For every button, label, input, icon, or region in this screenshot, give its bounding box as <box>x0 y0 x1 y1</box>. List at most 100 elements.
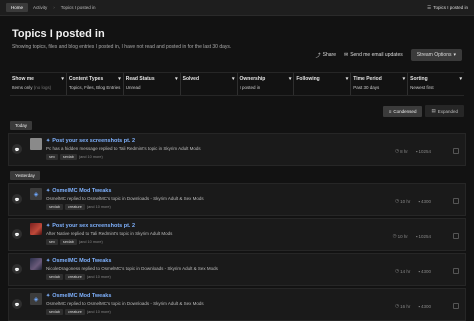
unread-star-icon: ✦ <box>46 138 51 144</box>
avatar[interactable]: ◈ <box>30 188 42 200</box>
share-label: Share <box>322 52 336 58</box>
item-title-link[interactable]: ✦ Post your sex screenshots pt. 2 <box>46 223 465 229</box>
filter-label: Content Types ▾ <box>69 76 121 82</box>
avatar[interactable] <box>30 223 42 235</box>
item-count-text: 10254 <box>418 148 431 154</box>
tag[interactable]: sexlab <box>59 239 77 245</box>
select-checkbox[interactable] <box>453 268 459 274</box>
tag[interactable]: creature <box>64 274 85 280</box>
avatar[interactable]: ◈ <box>30 293 42 305</box>
email-updates-button[interactable]: ✉ Send me email updates <box>344 52 403 58</box>
more-tags[interactable]: (and 10 more) <box>79 155 103 159</box>
stream-item[interactable]: 💬 ✦ Post your sex screenshots pt. 2 Pc has … <box>8 133 466 166</box>
filter-value: Topics, Files, Blog Entries <box>69 85 121 90</box>
list-icon: ☰ <box>427 4 432 10</box>
tag[interactable]: sexlab <box>46 204 63 210</box>
filter-label: Read Status ▾ <box>126 76 178 82</box>
tag[interactable]: sex <box>46 239 58 245</box>
item-count-text: 4300 <box>420 268 431 274</box>
expanded-label: Expanded <box>437 108 458 114</box>
more-tags[interactable]: (and 10 more) <box>87 310 111 314</box>
filter-value: Unread <box>126 85 178 90</box>
filter-following[interactable]: Following ▾ <box>294 73 352 95</box>
item-count-text: 4300 <box>420 303 431 309</box>
stream-group: Today 💬 ✦ Post your sex screenshots pt. 2 Pc… <box>8 118 466 166</box>
filter-value-text: Past 30 days <box>353 85 380 90</box>
comment-icon[interactable]: 💬 <box>12 264 22 274</box>
filter-value-note: (no logs) <box>33 85 52 90</box>
item-reply-count: ▪ 10254 <box>416 148 431 154</box>
item-reply-count: ▪ 10254 <box>416 233 431 239</box>
filter-label-text: Ownership <box>239 76 266 82</box>
item-title: Post your sex screenshots pt. 2 <box>52 138 136 144</box>
filter-bar: Show me ▾ Items only (no logs) Content Type… <box>10 72 464 96</box>
filter-value-text: Unread <box>125 85 141 90</box>
select-checkbox[interactable] <box>453 148 459 154</box>
filter-label-text: Read Status <box>125 76 155 82</box>
filter-label-text: Sorting <box>410 76 428 82</box>
more-tags[interactable]: (and 10 more) <box>79 240 103 244</box>
breadcrumb-home[interactable]: Home <box>6 3 29 12</box>
filter-ownership[interactable]: Ownership ▾ I posted in <box>238 73 295 95</box>
comment-icon[interactable]: 💬 <box>12 229 22 239</box>
item-title-link[interactable]: ✦ OsmelMC Mod Tweaks <box>46 188 465 194</box>
item-reply-count: ▪ 4300 <box>418 268 431 274</box>
stream-item[interactable]: 💬 ✦ OsmelMC Mod Tweaks NicoleDragoness repl… <box>8 253 466 286</box>
item-stats: ◷ 14 hr ▪ 4300 <box>395 268 431 274</box>
tag[interactable]: sexlab <box>59 154 77 160</box>
chevron-down-icon: ▾ <box>453 52 456 58</box>
comment-icon[interactable]: 💬 <box>12 194 22 204</box>
filter-sorting[interactable]: Sorting ▾ Newest first <box>408 73 464 95</box>
item-title-link[interactable]: ✦ OsmelMC Mod Tweaks <box>46 293 465 299</box>
clock-icon: ◷ <box>395 198 400 203</box>
tag[interactable]: creature <box>64 309 85 315</box>
tag[interactable]: sexlab <box>46 274 63 280</box>
tag[interactable]: creature <box>64 204 85 210</box>
clock-icon: ◷ <box>395 268 400 273</box>
filter-value: I posted in <box>240 85 292 90</box>
chevron-down-icon: ▾ <box>459 76 462 82</box>
breadcrumb-activity[interactable]: Activity <box>28 3 52 12</box>
filter-value: Items only (no logs) <box>12 85 64 90</box>
filter-value: Newest first <box>410 85 462 90</box>
chevron-down-icon: ▾ <box>175 76 178 82</box>
filter-show-me[interactable]: Show me ▾ Items only (no logs) <box>10 73 67 95</box>
more-tags[interactable]: (and 10 more) <box>87 205 111 209</box>
avatar[interactable] <box>30 138 42 150</box>
stream-item[interactable]: 💬 ◈ ✦ OsmelMC Mod Tweaks OsmelMC replied to … <box>8 183 466 216</box>
comment-count-icon: ▪ <box>418 198 420 204</box>
condensed-view-button[interactable]: ≡ Condensed <box>382 105 423 117</box>
select-checkbox[interactable] <box>453 198 459 204</box>
chevron-down-icon: ▾ <box>402 76 406 82</box>
select-checkbox[interactable] <box>453 303 459 309</box>
filter-label: Solved ▾ <box>183 76 235 82</box>
unread-star-icon: ✦ <box>46 293 51 299</box>
more-tags[interactable]: (and 10 more) <box>87 275 111 279</box>
filter-content-types[interactable]: Content Types ▾ Topics, Files, Blog Entrie… <box>67 73 124 95</box>
item-time-text: 8 hr <box>400 148 408 154</box>
comment-icon[interactable]: 💬 <box>12 299 22 309</box>
tag[interactable]: sexlab <box>46 309 63 315</box>
item-title-link[interactable]: ✦ Post your sex screenshots pt. 2 <box>46 138 465 144</box>
item-time-text: 14 hr <box>400 268 411 274</box>
filter-read-status[interactable]: Read Status ▾ Unread <box>124 73 181 95</box>
share-button[interactable]: ⤴ Share <box>316 52 336 59</box>
expanded-view-button[interactable]: ▤ Expanded <box>425 105 464 117</box>
stream-item[interactable]: 💬 ◈ ✦ OsmelMC Mod Tweaks OsmelMC replied to … <box>8 288 466 321</box>
filter-label: Show me ▾ <box>12 76 64 82</box>
select-checkbox[interactable] <box>453 233 459 239</box>
filter-time-period[interactable]: Time Period ▾ Past 30 days <box>351 73 409 95</box>
stream-options-button[interactable]: Stream Options ▾ <box>410 49 462 61</box>
comment-icon[interactable]: 💬 <box>12 144 22 154</box>
filter-value-text: Topics, Files, Blog Entries <box>68 85 121 90</box>
avatar[interactable] <box>30 258 42 270</box>
item-stats: ◷ 16 hr ▪ 4300 <box>395 303 431 309</box>
stream-item[interactable]: 💬 ✦ Post your sex screenshots pt. 2 After N… <box>8 218 466 251</box>
email-updates-label: Send me email updates <box>350 52 403 58</box>
current-stream-indicator[interactable]: ☰ Topics I posted in <box>427 5 468 11</box>
item-tags: sexlab creature (and 10 more) <box>46 309 465 315</box>
filter-label-text: Solved <box>182 76 200 82</box>
item-title-link[interactable]: ✦ OsmelMC Mod Tweaks <box>46 258 465 264</box>
tag[interactable]: sex <box>46 154 58 160</box>
filter-solved[interactable]: Solved ▾ <box>181 73 238 95</box>
